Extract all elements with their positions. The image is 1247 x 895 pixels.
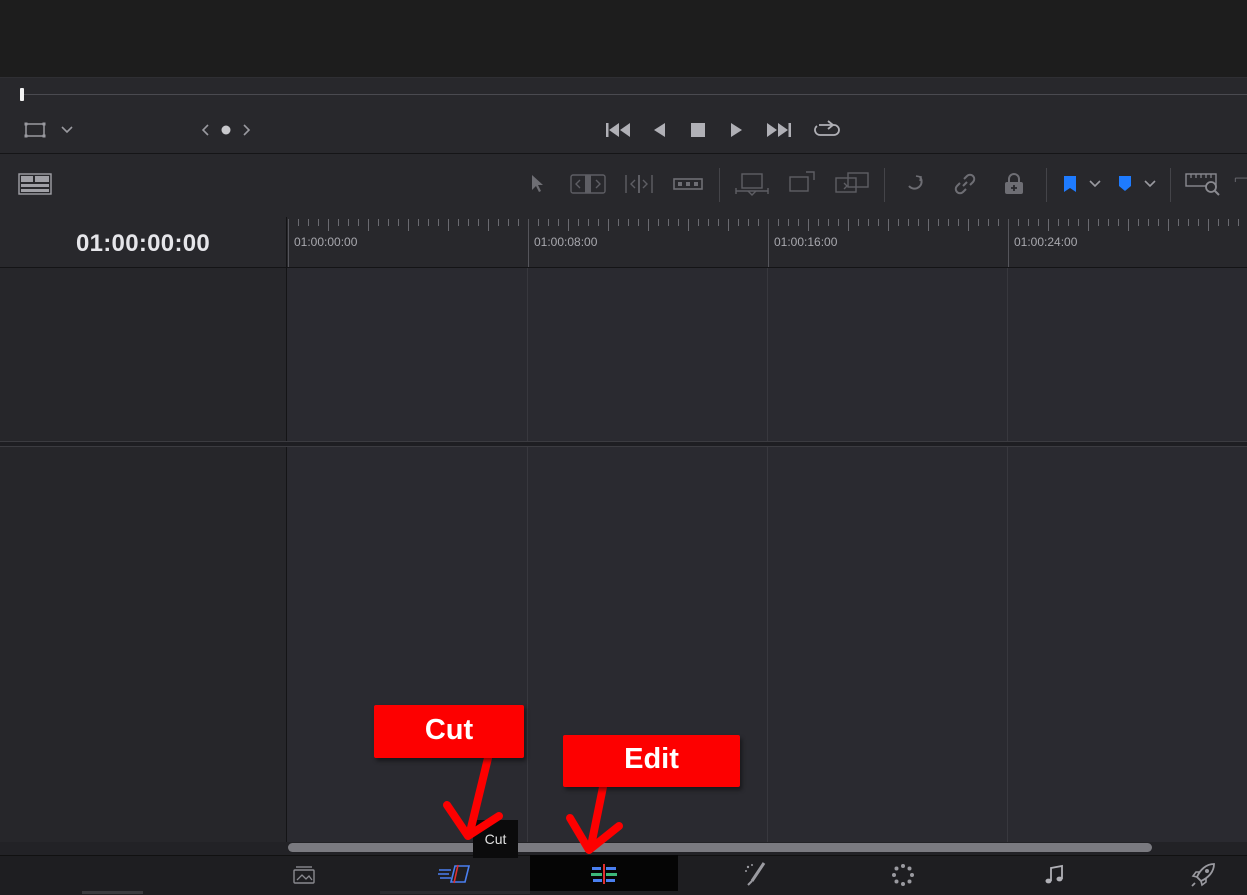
annotation-edit-label: Edit <box>563 735 740 787</box>
annotation-cut-label: Cut <box>374 705 524 758</box>
